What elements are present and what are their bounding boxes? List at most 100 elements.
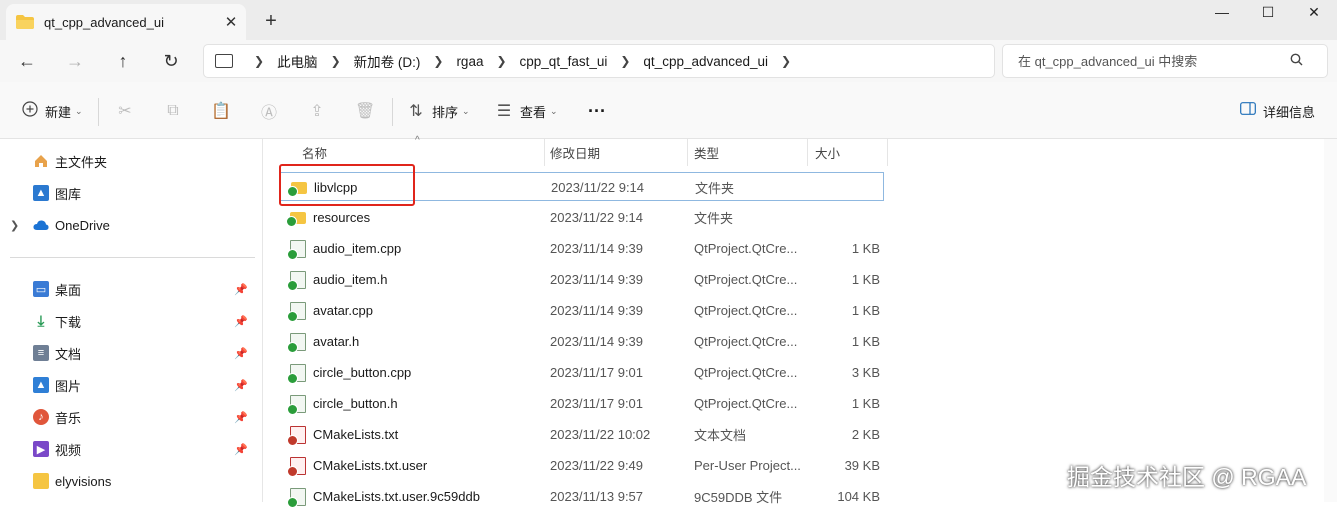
delete-button[interactable]: 🗑 [355,100,375,122]
sidebar-item-home[interactable]: 主文件夹 [0,148,262,174]
pin-icon[interactable]: 📌 [234,347,248,360]
search-input[interactable] [1016,52,1290,70]
file-size: 1 KB [851,396,880,411]
pane-splitter[interactable] [262,139,263,502]
file-type: QtProject.QtCre... [694,241,798,256]
minimize-button[interactable]: — [1199,0,1245,24]
table-row[interactable]: CMakeLists.txt.user 2023/11/22 9:49 Per-… [280,451,884,480]
sidebar-item-gallery[interactable]: ▲ 图库 [0,180,262,206]
tab-title: qt_cpp_advanced_ui [44,14,164,30]
column-divider[interactable] [687,139,688,166]
view-label: 查看 [520,104,547,120]
share-button[interactable]: ⇪ [307,100,327,122]
column-divider[interactable] [807,139,808,166]
chevron-right-icon[interactable]: ❯ [10,219,19,232]
rename-button[interactable]: Ⓐ [259,100,279,122]
download-icon: ⤓ [37,312,45,330]
chevron-down-icon: ⌄ [75,105,83,116]
folder-icon [16,15,34,29]
table-row[interactable]: circle_button.cpp 2023/11/17 9:01 QtProj… [280,358,884,387]
up-button[interactable]: ↑ [109,48,137,74]
view-button[interactable]: ☰ 查看 ⌄ [494,100,558,122]
pin-icon[interactable]: 📌 [234,379,248,392]
table-row[interactable]: CMakeLists.txt 2023/11/22 10:02 文本文档 2 K… [280,420,884,449]
sidebar-item-onedrive[interactable]: ❯ OneDrive [0,212,262,238]
close-window-button[interactable]: ✕ [1291,0,1337,24]
view-icon: ☰ [496,103,512,120]
file-type: QtProject.QtCre... [694,396,798,411]
refresh-button[interactable]: ↻ [157,48,185,74]
sort-ascending-icon: ^ [415,135,420,146]
file-size: 104 KB [837,489,880,504]
music-icon: ♪ [33,409,49,425]
pin-icon[interactable]: 📌 [234,411,248,424]
search-icon[interactable] [1290,53,1303,69]
column-divider[interactable] [544,139,545,166]
close-tab-icon[interactable]: ✕ [216,13,246,31]
sidebar-item-videos[interactable]: ▶ 视频 📌 [0,436,262,462]
explorer-tab[interactable]: qt_cpp_advanced_ui ✕ [6,4,246,40]
sidebar-item-music[interactable]: ♪ 音乐 📌 [0,404,262,430]
sidebar-item-documents[interactable]: ≡ 文档 📌 [0,340,262,366]
sync-check-icon [287,465,298,477]
paste-button[interactable]: 📋 [211,100,231,122]
sidebar-item-desktop[interactable]: ▭ 桌面 📌 [0,276,262,302]
document-icon: ≡ [33,345,49,361]
cpp-file-icon [287,363,306,384]
chevron-right-icon[interactable]: ❯ [781,54,791,68]
pin-icon[interactable]: 📌 [234,283,248,296]
file-date: 2023/11/17 9:01 [550,365,644,380]
details-pane-icon [1238,102,1258,120]
file-type: QtProject.QtCre... [694,272,798,287]
header-file-icon [287,332,306,353]
sidebar-item-label: 视频 [55,442,82,458]
table-row[interactable]: audio_item.h 2023/11/14 9:39 QtProject.Q… [280,265,884,294]
computer-icon [215,54,233,68]
table-row[interactable]: resources 2023/11/22 9:14 文件夹 [280,203,884,232]
breadcrumb-rgaa[interactable]: rgaa [456,54,483,69]
sidebar-item-pictures[interactable]: ▲ 图片 📌 [0,372,262,398]
cut-button[interactable]: ✂ [115,100,135,122]
breadcrumb-drive[interactable]: 新加卷 (D:) [354,51,421,71]
breadcrumb-current-folder[interactable]: qt_cpp_advanced_ui [643,54,768,69]
vertical-scrollbar[interactable] [1324,139,1337,502]
file-type: 文本文档 [694,428,747,443]
copy-icon: ⧉ [167,102,179,119]
back-button[interactable]: ← [13,48,41,74]
table-row[interactable]: CMakeLists.txt.user.9c59ddb 2023/11/13 9… [280,482,884,511]
more-options-button[interactable]: ··· [588,100,606,122]
file-size: 1 KB [851,334,880,349]
forward-button[interactable]: → [61,48,89,74]
table-row[interactable]: avatar.h 2023/11/14 9:39 QtProject.QtCre… [280,327,884,356]
sidebar-item-elyvisions[interactable]: elyvisions [0,468,262,494]
column-header-size[interactable]: 大小 [815,139,840,166]
home-icon [33,153,49,169]
copy-button[interactable]: ⧉ [163,100,183,122]
new-button[interactable]: 新建 ⌄ [20,100,83,122]
pin-icon[interactable]: 📌 [234,315,248,328]
details-pane-button[interactable]: 详细信息 [1238,100,1315,122]
sync-check-icon [287,279,298,291]
address-bar[interactable]: ❯ 此电脑 ❯ 新加卷 (D:) ❯ rgaa ❯ cpp_qt_fast_ui… [203,44,995,78]
new-tab-button[interactable]: + [258,8,284,34]
file-type: 文件夹 [694,211,734,226]
table-row[interactable]: circle_button.h 2023/11/17 9:01 QtProjec… [280,389,884,418]
sidebar-item-downloads[interactable]: ⤓ 下载 📌 [0,308,262,334]
table-row[interactable]: avatar.cpp 2023/11/14 9:39 QtProject.QtC… [280,296,884,325]
sort-button[interactable]: ⇅ 排序 ⌄ [406,100,469,122]
column-header-date[interactable]: 修改日期 [550,139,600,166]
breadcrumb-this-pc[interactable]: 此电脑 [277,51,318,71]
clipboard-icon: 📋 [211,103,231,120]
column-header-name[interactable]: 名称 [302,139,327,166]
column-divider[interactable] [887,139,888,166]
plus-circle-icon [20,100,40,122]
header-file-icon [287,394,306,415]
maximize-button[interactable]: ☐ [1245,0,1291,24]
file-type: QtProject.QtCre... [694,303,798,318]
command-toolbar: 新建 ⌄ ✂ ⧉ 📋 Ⓐ ⇪ 🗑 ⇅ 排序 ⌄ ☰ 查看 ⌄ ··· 详细信息 [0,82,1337,139]
table-row[interactable]: audio_item.cpp 2023/11/14 9:39 QtProject… [280,234,884,263]
pin-icon[interactable]: 📌 [234,443,248,456]
column-header-type[interactable]: 类型 [694,139,719,166]
breadcrumb-cpp-qt-fast-ui[interactable]: cpp_qt_fast_ui [520,54,608,69]
new-label: 新建 [45,104,72,120]
